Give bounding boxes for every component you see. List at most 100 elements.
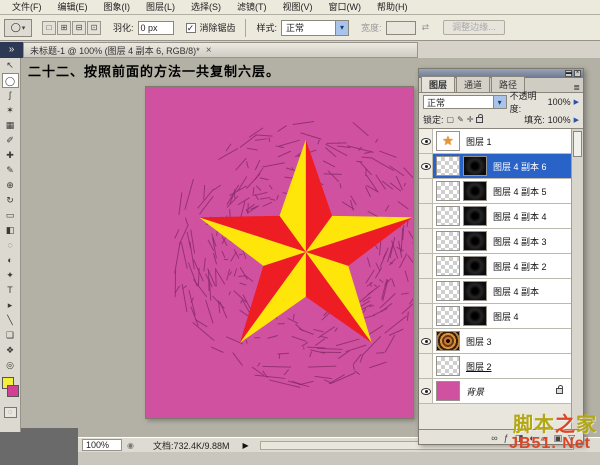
layer-row[interactable]: 背景 bbox=[419, 379, 571, 404]
menu-item-help[interactable]: 帮助(H) bbox=[369, 0, 416, 14]
link-layers-icon[interactable]: ∞ bbox=[491, 431, 497, 445]
layer-row[interactable]: 图层 4 副本 bbox=[419, 279, 571, 304]
lock-all-icon[interactable] bbox=[476, 117, 483, 123]
visibility-cell[interactable] bbox=[419, 129, 433, 153]
layer-thumbnail[interactable] bbox=[463, 306, 487, 326]
fill-value[interactable]: 100% bbox=[548, 115, 571, 125]
blur-tool-icon[interactable]: ◌ bbox=[2, 238, 19, 253]
layers-scrollbar[interactable] bbox=[571, 129, 583, 429]
slice-tool-icon[interactable]: ✐ bbox=[2, 133, 19, 148]
layer-row[interactable]: ★图层 1 bbox=[419, 129, 571, 154]
menu-item-edit[interactable]: 编辑(E) bbox=[50, 0, 96, 14]
menu-item-image[interactable]: 图象(I) bbox=[96, 0, 139, 14]
toolbox-collapse-button[interactable]: » bbox=[0, 42, 23, 58]
visibility-cell[interactable] bbox=[419, 229, 433, 253]
status-menu-arrow-icon[interactable]: ▶ bbox=[243, 441, 249, 450]
chevron-down-icon[interactable]: ▾ bbox=[493, 96, 506, 108]
layer-thumbnail[interactable] bbox=[436, 381, 460, 401]
layer-row-body[interactable]: 图层 4 副本 2 bbox=[433, 254, 571, 278]
layer-thumbnail[interactable] bbox=[436, 181, 460, 201]
line-tool-icon[interactable]: ╲ bbox=[2, 313, 19, 328]
menu-item-select[interactable]: 选择(S) bbox=[183, 0, 229, 14]
feather-input[interactable]: 0 px bbox=[138, 21, 174, 35]
layer-thumbnail[interactable] bbox=[436, 206, 460, 226]
layer-row-body[interactable]: 背景 bbox=[433, 379, 571, 403]
layer-thumbnail[interactable] bbox=[436, 281, 460, 301]
new-selection-icon[interactable]: □ bbox=[42, 21, 56, 35]
close-icon[interactable]: × bbox=[574, 70, 581, 77]
type-tool-icon[interactable]: T bbox=[2, 283, 19, 298]
layer-row-body[interactable]: 图层 4 副本 3 bbox=[433, 229, 571, 253]
lock-transparency-icon[interactable]: ▢ bbox=[447, 115, 455, 124]
antialias-checkbox[interactable]: ✓ bbox=[186, 23, 196, 33]
elliptical-marquee-tool-icon[interactable]: ◯ bbox=[2, 73, 19, 88]
hand-tool-icon[interactable]: ❖ bbox=[2, 343, 19, 358]
lasso-tool-icon[interactable]: ʃ bbox=[2, 88, 19, 103]
layer-row-body[interactable]: 图层 2 bbox=[433, 354, 571, 378]
layer-thumbnail[interactable] bbox=[463, 281, 487, 301]
layer-row[interactable]: 图层 4 副本 6 bbox=[419, 154, 571, 179]
dodge-tool-icon[interactable]: ◐ bbox=[2, 253, 19, 268]
brush-tool-icon[interactable]: ✎ bbox=[2, 163, 19, 178]
visibility-cell[interactable] bbox=[419, 329, 433, 353]
layer-thumbnail[interactable] bbox=[463, 256, 487, 276]
layer-thumbnail[interactable] bbox=[436, 156, 460, 176]
visibility-cell[interactable] bbox=[419, 379, 433, 403]
tool-preset-picker[interactable]: ◯ ▾ bbox=[4, 19, 32, 37]
layer-row[interactable]: 图层 3 bbox=[419, 329, 571, 354]
layer-row-body[interactable]: 图层 4 副本 6 bbox=[433, 154, 571, 178]
layer-row[interactable]: 图层 2 bbox=[419, 354, 571, 379]
menu-item-window[interactable]: 窗口(W) bbox=[321, 0, 370, 14]
minimize-icon[interactable]: ▬ bbox=[565, 70, 572, 77]
eraser-tool-icon[interactable]: ▭ bbox=[2, 208, 19, 223]
visibility-cell[interactable] bbox=[419, 204, 433, 228]
lock-position-icon[interactable]: ✛ bbox=[467, 115, 474, 124]
layer-thumbnail[interactable] bbox=[436, 331, 460, 351]
move-tool-icon[interactable]: ↖ bbox=[2, 58, 19, 73]
notes-tool-icon[interactable]: ❏ bbox=[2, 328, 19, 343]
layer-row[interactable]: 图层 4 副本 5 bbox=[419, 179, 571, 204]
healing-brush-tool-icon[interactable]: ✚ bbox=[2, 148, 19, 163]
menu-item-view[interactable]: 视图(V) bbox=[275, 0, 321, 14]
layer-thumbnail[interactable]: ★ bbox=[436, 131, 460, 151]
zoom-level-input[interactable]: 100% bbox=[82, 439, 122, 451]
visibility-cell[interactable] bbox=[419, 254, 433, 278]
scrollbar-thumb[interactable] bbox=[573, 131, 582, 157]
visibility-cell[interactable] bbox=[419, 154, 433, 178]
eye-icon[interactable] bbox=[421, 138, 431, 145]
layer-thumbnail[interactable] bbox=[463, 206, 487, 226]
opacity-value[interactable]: 100% bbox=[548, 97, 571, 107]
eye-icon[interactable] bbox=[421, 163, 431, 170]
layer-thumbnail[interactable] bbox=[463, 181, 487, 201]
panel-menu-icon[interactable]: ≣ bbox=[573, 83, 580, 92]
quick-mask-icon[interactable]: ◌ bbox=[4, 407, 17, 418]
layer-row[interactable]: 图层 4 bbox=[419, 304, 571, 329]
close-icon[interactable]: × bbox=[206, 45, 212, 56]
layer-thumbnail[interactable] bbox=[436, 231, 460, 251]
gradient-tool-icon[interactable]: ◧ bbox=[2, 223, 19, 238]
layer-thumbnail[interactable] bbox=[436, 306, 460, 326]
layer-thumbnail[interactable] bbox=[463, 231, 487, 251]
visibility-cell[interactable] bbox=[419, 354, 433, 378]
layer-row-body[interactable]: 图层 4 bbox=[433, 304, 571, 328]
layer-row-body[interactable]: 图层 4 副本 4 bbox=[433, 204, 571, 228]
blend-mode-select[interactable]: 正常 ▾ bbox=[423, 95, 507, 109]
menu-item-layer[interactable]: 图层(L) bbox=[138, 0, 183, 14]
lock-pixels-icon[interactable]: ✎ bbox=[457, 115, 464, 124]
layer-row-body[interactable]: 图层 4 副本 5 bbox=[433, 179, 571, 203]
visibility-cell[interactable] bbox=[419, 304, 433, 328]
layer-thumbnail[interactable] bbox=[463, 156, 487, 176]
layer-thumbnail[interactable] bbox=[436, 356, 460, 376]
eye-icon[interactable] bbox=[421, 388, 431, 395]
layer-row[interactable]: 图层 4 副本 4 bbox=[419, 204, 571, 229]
chevron-right-icon[interactable]: ▶ bbox=[574, 116, 579, 124]
document-title-bar[interactable]: 未标题-1 @ 100% (图层 4 副本 6, RGB/8)* × bbox=[23, 42, 418, 58]
tab-layers[interactable]: 图层 bbox=[421, 76, 455, 92]
intersect-selection-icon[interactable]: ⊡ bbox=[87, 21, 101, 35]
magic-wand-tool-icon[interactable]: ✶ bbox=[2, 103, 19, 118]
layer-row-body[interactable]: 图层 3 bbox=[433, 329, 571, 353]
path-select-tool-icon[interactable]: ▸ bbox=[2, 298, 19, 313]
refine-edge-button[interactable]: 调整边缘... bbox=[443, 20, 505, 35]
layer-row[interactable]: 图层 4 副本 3 bbox=[419, 229, 571, 254]
visibility-cell[interactable] bbox=[419, 179, 433, 203]
